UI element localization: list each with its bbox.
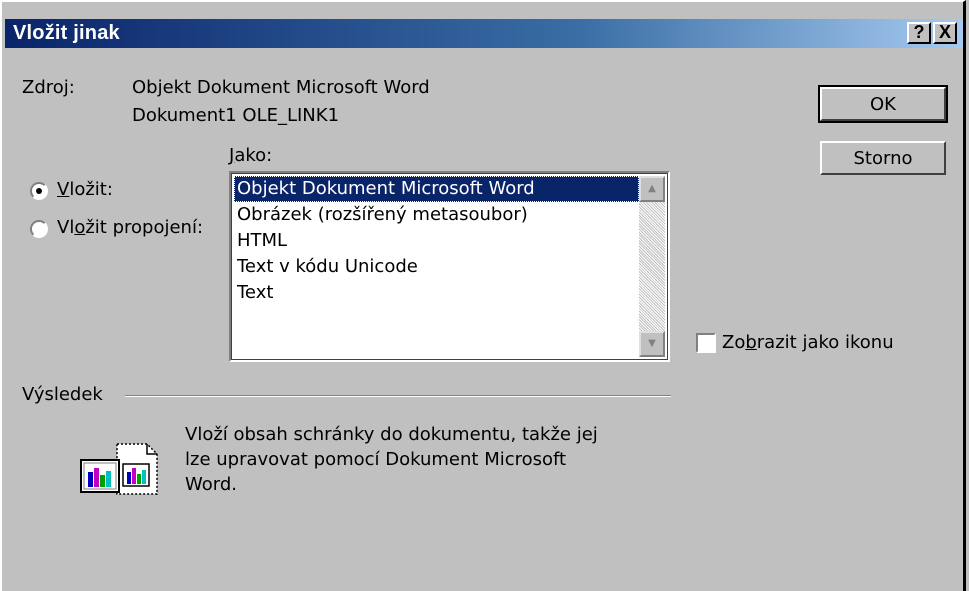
paste-link-radio-label[interactable]: Vložit propojení: bbox=[57, 217, 203, 238]
scroll-up-arrow-icon[interactable]: ▲ bbox=[639, 176, 665, 202]
paste-special-dialog: Vložit jinak ? X Zdroj: Objekt Dokument … bbox=[0, 0, 966, 591]
vertical-scrollbar[interactable]: ▲ ▼ bbox=[639, 176, 665, 357]
source-name-text: Dokument1 OLE_LINK1 bbox=[132, 105, 340, 126]
display-as-icon-checkbox[interactable] bbox=[696, 333, 716, 353]
paste-radio-label[interactable]: Vložit: bbox=[57, 179, 113, 200]
ok-button[interactable]: OK bbox=[818, 85, 948, 123]
paste-link-radio[interactable] bbox=[30, 220, 48, 238]
document-paste-chart-icon bbox=[80, 443, 158, 495]
result-label: Výsledek bbox=[22, 384, 103, 405]
list-item[interactable]: Objekt Dokument Microsoft Word bbox=[234, 176, 639, 202]
list-items: Objekt Dokument Microsoft Word Obrázek (… bbox=[234, 176, 639, 306]
scroll-down-arrow-icon[interactable]: ▼ bbox=[639, 331, 665, 357]
cancel-button[interactable]: Storno bbox=[820, 141, 946, 175]
source-label: Zdroj: bbox=[22, 77, 75, 98]
result-description-line3: Word. bbox=[185, 474, 237, 495]
list-item[interactable]: Text v kódu Unicode bbox=[234, 254, 639, 280]
list-item[interactable]: Text bbox=[234, 280, 639, 306]
as-format-listbox[interactable]: Objekt Dokument Microsoft Word Obrázek (… bbox=[229, 171, 670, 362]
help-button[interactable]: ? bbox=[907, 22, 931, 44]
as-label: Jako: bbox=[229, 145, 273, 166]
list-item[interactable]: HTML bbox=[234, 228, 639, 254]
result-separator bbox=[125, 395, 671, 397]
display-as-icon-label[interactable]: Zobrazit jako ikonu bbox=[722, 332, 894, 353]
result-description-line1: Vloží obsah schránky do dokumentu, takže… bbox=[185, 424, 598, 445]
list-item[interactable]: Obrázek (rozšířený metasoubor) bbox=[234, 202, 639, 228]
dialog-title: Vložit jinak bbox=[13, 22, 120, 44]
close-button[interactable]: X bbox=[933, 22, 957, 44]
result-description-line2: lze upravovat pomocí Dokument Microsoft bbox=[185, 449, 567, 470]
source-type-text: Objekt Dokument Microsoft Word bbox=[132, 77, 430, 98]
title-bar[interactable]: Vložit jinak ? X bbox=[5, 19, 963, 48]
paste-radio[interactable] bbox=[30, 182, 48, 200]
radio-selected-dot bbox=[36, 188, 42, 194]
